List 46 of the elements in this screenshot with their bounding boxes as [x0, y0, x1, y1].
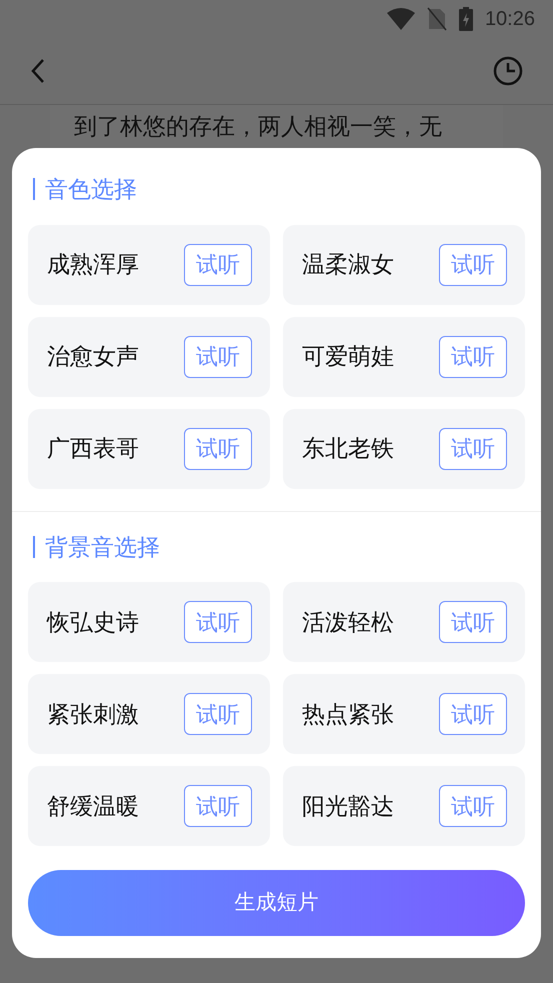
option-card[interactable]: 治愈女声 试听	[28, 316, 270, 396]
option-card[interactable]: 恢弘史诗 试听	[28, 582, 270, 662]
option-label: 东北老铁	[302, 434, 394, 464]
option-label: 热点紧张	[302, 700, 394, 729]
preview-button[interactable]: 试听	[184, 693, 252, 735]
option-label: 舒缓温暖	[47, 792, 139, 821]
preview-button[interactable]: 试听	[439, 428, 507, 470]
option-card[interactable]: 广西表哥 试听	[28, 408, 270, 488]
option-label: 可爱萌娃	[302, 342, 394, 372]
option-card[interactable]: 可爱萌娃 试听	[283, 316, 525, 396]
back-icon[interactable]	[30, 58, 46, 84]
option-label: 治愈女声	[47, 342, 139, 372]
section-title: 音色选择	[45, 175, 137, 204]
option-card[interactable]: 阳光豁达 试听	[283, 766, 525, 846]
option-card[interactable]: 成熟浑厚 试听	[28, 224, 270, 304]
preview-button[interactable]: 试听	[439, 336, 507, 378]
preview-button[interactable]: 试听	[439, 244, 507, 286]
generate-button[interactable]: 生成短片	[28, 870, 525, 936]
wifi-icon	[386, 8, 415, 30]
battery-icon	[458, 7, 473, 31]
section-title: 背景音选择	[45, 532, 160, 562]
preview-button[interactable]: 试听	[439, 693, 507, 735]
option-label: 广西表哥	[47, 434, 139, 464]
option-label: 恢弘史诗	[47, 608, 139, 637]
option-card[interactable]: 热点紧张 试听	[283, 674, 525, 754]
option-card[interactable]: 活泼轻松 试听	[283, 582, 525, 662]
option-card[interactable]: 东北老铁 试听	[283, 408, 525, 488]
option-card[interactable]: 紧张刺激 试听	[28, 674, 270, 754]
preview-button[interactable]: 试听	[184, 336, 252, 378]
preview-button[interactable]: 试听	[184, 244, 252, 286]
preview-button[interactable]: 试听	[184, 428, 252, 470]
preview-button[interactable]: 试听	[439, 601, 507, 643]
option-label: 活泼轻松	[302, 608, 394, 637]
option-label: 成熟浑厚	[47, 250, 139, 280]
option-label: 温柔淑女	[302, 250, 394, 280]
preview-button[interactable]: 试听	[184, 785, 252, 827]
preview-button[interactable]: 试听	[439, 785, 507, 827]
option-label: 阳光豁达	[302, 792, 394, 821]
option-label: 紧张刺激	[47, 700, 139, 729]
no-sim-icon	[426, 7, 447, 31]
clock-icon[interactable]	[493, 56, 523, 86]
story-text: 到了林悠的存在，两人相视一笑，无	[74, 113, 442, 139]
option-card[interactable]: 舒缓温暖 试听	[28, 766, 270, 846]
preview-button[interactable]: 试听	[184, 601, 252, 643]
status-time: 10:26	[484, 7, 535, 32]
option-card[interactable]: 温柔淑女 试听	[283, 224, 525, 304]
